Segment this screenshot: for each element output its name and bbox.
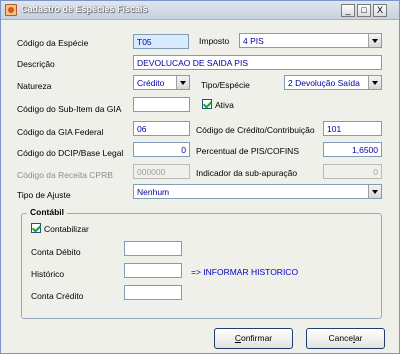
receita-cprb-label: Código da Receita CPRB (17, 170, 113, 180)
tipo-especie-value: 2 Devolução Saída (288, 78, 360, 88)
codigo-especie-input[interactable]: T05 (133, 34, 189, 49)
credito-contribuicao-label: Código de Crédito/Contribuição (196, 125, 315, 135)
sub-item-gia-label: Código do Sub-Item da GIA (17, 104, 122, 114)
window-title: Cadastro de Espécies Fiscais (21, 4, 148, 14)
imposto-select[interactable]: 4 PIS (239, 33, 382, 48)
indicador-sub-apuracao-label: Indicador da sub-apuração (196, 168, 298, 178)
historico-input[interactable] (124, 263, 182, 278)
conta-debito-label: Conta Débito (31, 247, 81, 257)
percentual-pis-cofins-label: Percentual de PIS/COFINS (196, 146, 299, 156)
app-icon (5, 4, 17, 16)
tipo-especie-select[interactable]: 2 Devolução Saída (284, 75, 382, 90)
minimize-button[interactable]: _ (341, 4, 355, 17)
imposto-value: 4 PIS (243, 36, 264, 46)
historico-label: Histórico (31, 269, 65, 279)
gia-federal-label: Código da GIA Federal (17, 127, 104, 137)
credito-contribuicao-input[interactable]: 101 (323, 121, 382, 136)
title-bar[interactable]: Cadastro de Espécies Fiscais _ □ X (1, 1, 399, 20)
descricao-input[interactable]: DEVOLUCAO DE SAIDA PIS (133, 55, 382, 70)
natureza-label: Natureza (17, 81, 52, 91)
cancelar-button[interactable]: Cancelar (306, 328, 385, 349)
historico-hint: => INFORMAR HISTORICO (191, 267, 299, 277)
dcip-base-legal-input[interactable]: 0 (133, 142, 190, 157)
contabilizar-checkbox[interactable] (31, 223, 41, 233)
contabilizar-label: Contabilizar (44, 224, 89, 234)
tipo-ajuste-select[interactable]: Nenhum (133, 184, 382, 199)
ativa-label: Ativa (215, 100, 234, 110)
cancelar-label-suffix: ar (354, 333, 363, 343)
natureza-value: Crédito (137, 78, 165, 88)
confirmar-label: onfirmar (240, 333, 273, 343)
chevron-down-icon[interactable] (368, 34, 381, 47)
codigo-especie-label: Código da Espécie (17, 38, 89, 48)
chevron-down-icon[interactable] (368, 185, 381, 198)
tipo-ajuste-label: Tipo de Ajuste (17, 190, 71, 200)
contabil-group-title: Contábil (27, 207, 67, 217)
cancelar-label-prefix: Cance (328, 333, 354, 343)
tipo-especie-label: Tipo/Espécie (201, 80, 250, 90)
conta-debito-input[interactable] (124, 241, 182, 256)
tipo-ajuste-value: Nenhum (137, 187, 170, 197)
confirmar-button[interactable]: Confirmar (214, 328, 293, 349)
close-button[interactable]: X (373, 4, 387, 17)
sub-item-gia-input[interactable] (133, 97, 190, 112)
conta-credito-label: Conta Crédito (31, 291, 84, 301)
dialog-window: Cadastro de Espécies Fiscais _ □ X Códig… (0, 0, 400, 354)
receita-cprb-input: 000000 (133, 164, 190, 179)
conta-credito-input[interactable] (124, 285, 182, 300)
ativa-checkbox[interactable] (202, 99, 212, 109)
imposto-label: Imposto (199, 36, 230, 46)
indicador-sub-apuracao-input: 0 (323, 164, 382, 179)
natureza-select[interactable]: Crédito (133, 75, 190, 90)
dcip-base-legal-label: Código do DCIP/Base Legal (17, 148, 124, 158)
gia-federal-input[interactable]: 06 (133, 121, 190, 136)
maximize-button[interactable]: □ (357, 4, 371, 17)
descricao-label: Descrição (17, 59, 55, 69)
chevron-down-icon[interactable] (368, 76, 381, 89)
percentual-pis-cofins-input[interactable]: 1,6500 (323, 142, 382, 157)
chevron-down-icon[interactable] (176, 76, 189, 89)
